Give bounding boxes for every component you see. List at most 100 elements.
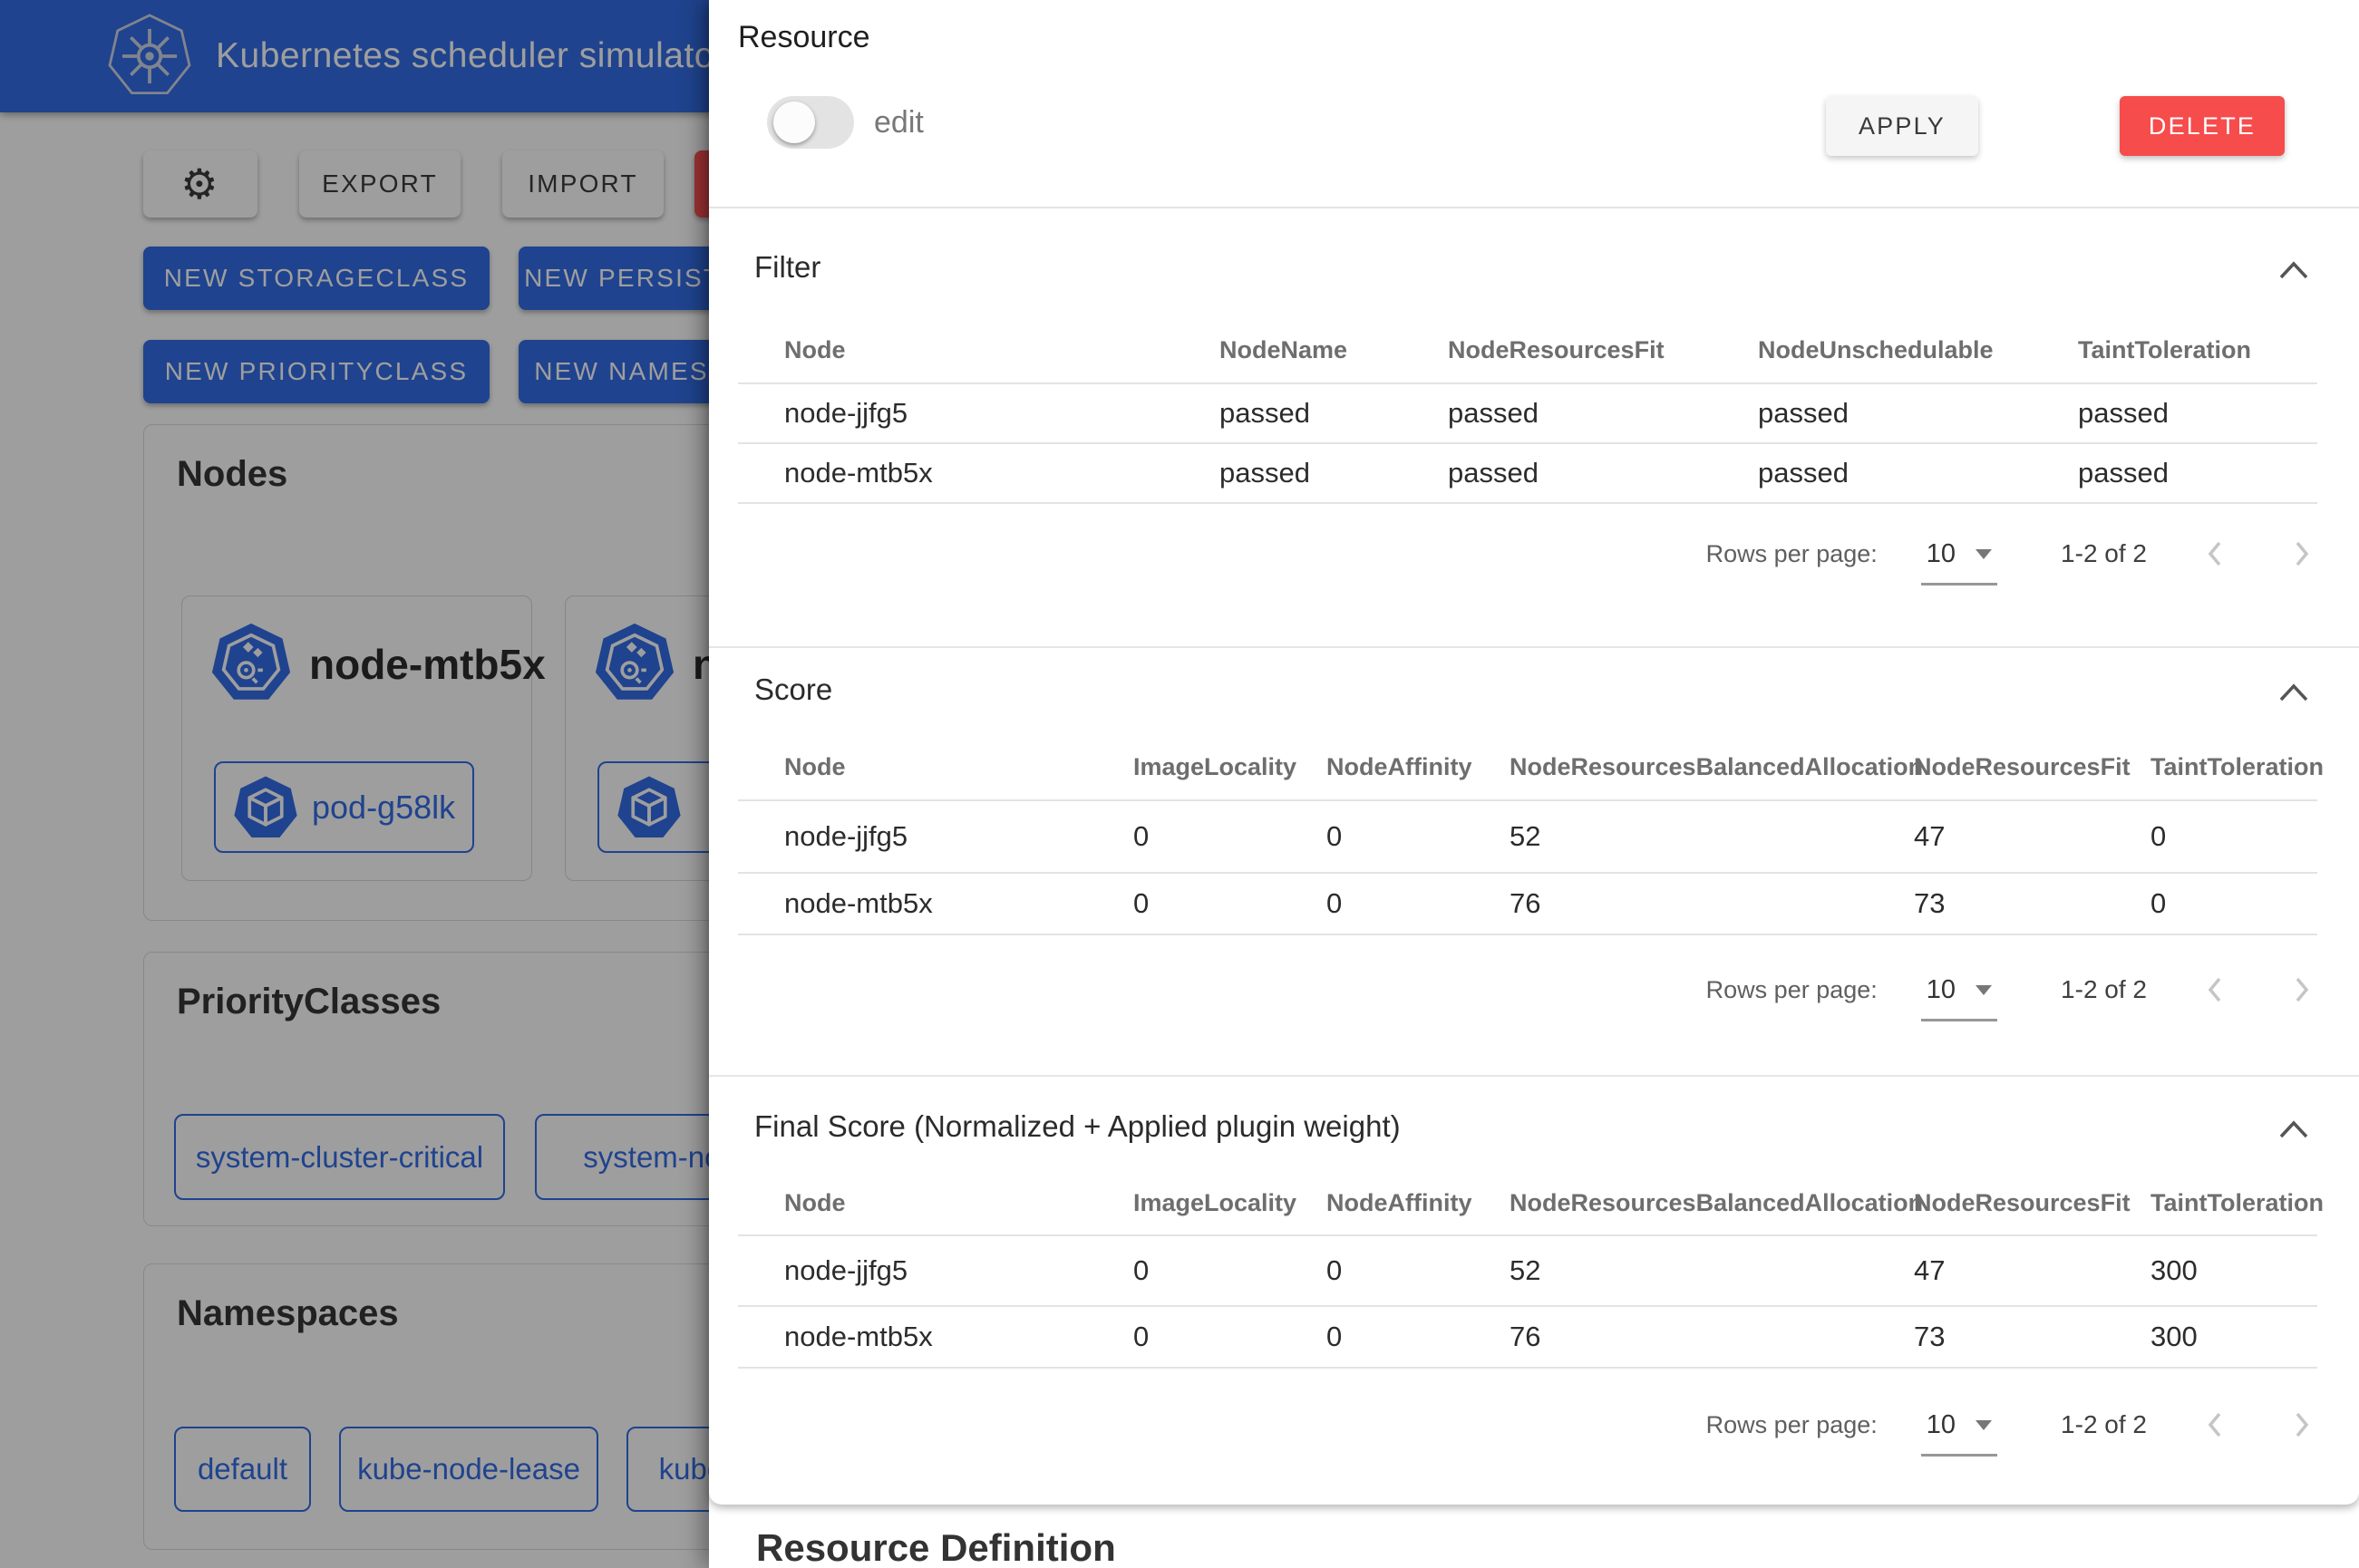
dropdown-caret-icon [1976, 985, 1992, 995]
final-score-collapse-button[interactable] [2276, 1111, 2312, 1147]
column-header: TaintToleration [2150, 753, 2324, 781]
column-header: NodeResourcesBalancedAllocation [1510, 1189, 1914, 1217]
next-page-icon[interactable] [2285, 537, 2317, 570]
column-header: NodeResourcesFit [1914, 1189, 2150, 1217]
filter-collapse-button[interactable] [2276, 252, 2312, 288]
column-header: Node [784, 753, 1133, 781]
table-row: node-mtb5x passed passed passed passed [738, 444, 2317, 504]
score-collapse-button[interactable] [2276, 674, 2312, 711]
cell-node: node-jjfg5 [784, 1254, 1133, 1287]
column-header: Node [784, 1189, 1133, 1217]
toggle-knob [773, 102, 815, 143]
resource-drawer: Resource edit APPLY DELETE Filter Node N… [709, 0, 2359, 1568]
resource-definition-card: Resource Definition [709, 1515, 2359, 1568]
filter-pagination: Rows per page: 10 1-2 of 2 [1706, 534, 2317, 574]
apply-button[interactable]: APPLY [1826, 96, 1978, 156]
previous-page-icon[interactable] [2199, 1408, 2232, 1441]
delete-button[interactable]: DELETE [2120, 96, 2285, 156]
cell-node: node-jjfg5 [784, 397, 1219, 430]
column-header: NodeResourcesFit [1914, 753, 2150, 781]
rows-per-page-label: Rows per page: [1706, 1411, 1878, 1439]
cell-node: node-mtb5x [784, 457, 1219, 489]
cell-value: 47 [1914, 820, 2150, 853]
cell-value: passed [1219, 457, 1448, 489]
cell-value: 0 [1133, 887, 1326, 920]
rows-per-page-value: 10 [1927, 975, 1956, 1005]
cell-value: 76 [1510, 1321, 1914, 1353]
cell-value: 73 [1914, 1321, 2150, 1353]
chevron-up-icon [2278, 259, 2309, 281]
column-header: NodeAffinity [1326, 1189, 1510, 1217]
column-header: NodeResourcesBalancedAllocation [1510, 753, 1914, 781]
cell-node: node-mtb5x [784, 887, 1133, 920]
rows-per-page-value: 10 [1927, 1410, 1956, 1440]
column-header: ImageLocality [1133, 753, 1326, 781]
cell-value: 300 [2150, 1321, 2317, 1353]
next-page-icon[interactable] [2285, 973, 2317, 1006]
column-header: NodeAffinity [1326, 753, 1510, 781]
score-section-title: Score [754, 673, 832, 707]
cell-value: passed [1758, 397, 2078, 430]
dropdown-caret-icon [1976, 549, 1992, 559]
final-score-pagination: Rows per page: 10 1-2 of 2 [1706, 1405, 2317, 1445]
rows-per-page-value: 10 [1927, 539, 1956, 569]
page-range: 1-2 of 2 [2061, 975, 2147, 1004]
score-table: Node ImageLocality NodeAffinity NodeReso… [738, 734, 2317, 935]
score-table-header-row: Node ImageLocality NodeAffinity NodeReso… [738, 734, 2317, 801]
page-range: 1-2 of 2 [2061, 1410, 2147, 1439]
section-divider [709, 1075, 2359, 1077]
cell-node: node-jjfg5 [784, 820, 1133, 853]
table-row: node-mtb5x 0 0 76 73 0 [738, 874, 2317, 935]
column-header: NodeName [1219, 336, 1448, 364]
section-divider [709, 646, 2359, 648]
table-row: node-jjfg5 0 0 52 47 0 [738, 801, 2317, 874]
chevron-up-icon [2278, 682, 2309, 703]
rows-per-page-select[interactable]: 10 [1927, 975, 1992, 1005]
edit-toggle[interactable] [767, 96, 854, 149]
column-header: Node [784, 336, 1219, 364]
dropdown-caret-icon [1976, 1420, 1992, 1430]
cell-value: 0 [1133, 1321, 1326, 1353]
cell-value: passed [1219, 397, 1448, 430]
previous-page-icon[interactable] [2199, 537, 2232, 570]
cell-value: 0 [1133, 820, 1326, 853]
edit-toggle-label: edit [874, 96, 924, 149]
column-header: TaintToleration [2078, 336, 2317, 364]
cell-value: passed [2078, 457, 2317, 489]
column-header: TaintToleration [2150, 1189, 2324, 1217]
drawer-title: Resource [738, 20, 870, 55]
column-header: NodeUnschedulable [1758, 336, 2078, 364]
table-row: node-jjfg5 0 0 52 47 300 [738, 1236, 2317, 1307]
cell-value: 0 [1326, 1254, 1510, 1287]
rows-per-page-label: Rows per page: [1706, 540, 1878, 568]
cell-value: 52 [1510, 820, 1914, 853]
cell-value: passed [2078, 397, 2317, 430]
table-row: node-mtb5x 0 0 76 73 300 [738, 1307, 2317, 1369]
column-header: NodeResourcesFit [1448, 336, 1758, 364]
cell-value: 0 [2150, 887, 2317, 920]
cell-value: 300 [2150, 1254, 2317, 1287]
final-score-table: Node ImageLocality NodeAffinity NodeReso… [738, 1171, 2317, 1369]
filter-table: Node NodeName NodeResourcesFit NodeUnsch… [738, 317, 2317, 504]
previous-page-icon[interactable] [2199, 973, 2232, 1006]
cell-value: 73 [1914, 887, 2150, 920]
column-header: ImageLocality [1133, 1189, 1326, 1217]
next-page-icon[interactable] [2285, 1408, 2317, 1441]
resource-drawer-card: Resource edit APPLY DELETE Filter Node N… [709, 0, 2359, 1505]
rows-per-page-select[interactable]: 10 [1927, 1410, 1992, 1440]
table-row: node-jjfg5 passed passed passed passed [738, 384, 2317, 444]
cell-value: 47 [1914, 1254, 2150, 1287]
cell-value: 52 [1510, 1254, 1914, 1287]
cell-value: 0 [1326, 1321, 1510, 1353]
filter-section-title: Filter [754, 250, 820, 285]
rows-per-page-label: Rows per page: [1706, 976, 1878, 1004]
header-divider [709, 207, 2359, 208]
cell-node: node-mtb5x [784, 1321, 1133, 1353]
page-range: 1-2 of 2 [2061, 539, 2147, 568]
cell-value: 0 [2150, 820, 2317, 853]
cell-value: passed [1448, 457, 1758, 489]
final-score-table-header-row: Node ImageLocality NodeAffinity NodeReso… [738, 1171, 2317, 1236]
chevron-up-icon [2278, 1118, 2309, 1140]
final-score-section-title: Final Score (Normalized + Applied plugin… [754, 1109, 1401, 1144]
rows-per-page-select[interactable]: 10 [1927, 539, 1992, 569]
